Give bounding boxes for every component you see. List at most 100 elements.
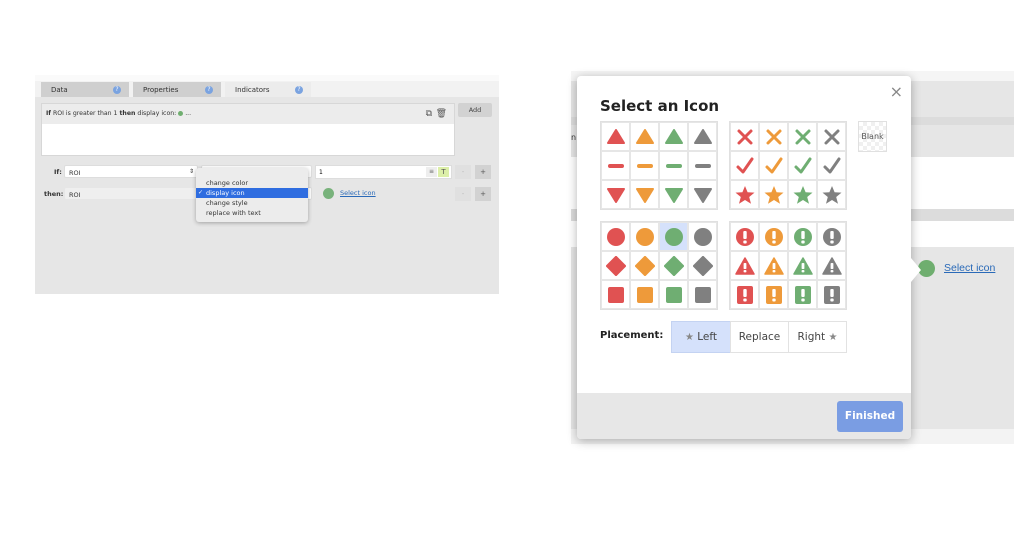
icon-option-exclamation-circle-green[interactable]: [788, 222, 817, 251]
icon-option-triangle-down-gray[interactable]: [688, 180, 717, 209]
icon-option-check-orange[interactable]: [759, 151, 788, 180]
diamond-gray-icon: [692, 255, 713, 276]
icon-option-triangle-down-red[interactable]: [601, 180, 630, 209]
check-green-icon: [793, 156, 813, 176]
icon-option-star-green[interactable]: [788, 180, 817, 209]
select-icon-link[interactable]: Select icon: [340, 189, 376, 197]
icon-option-star-orange[interactable]: [759, 180, 788, 209]
icon-option-exclamation-square-orange[interactable]: [759, 280, 788, 309]
icon-option-triangle-up-red[interactable]: [601, 122, 630, 151]
circle-gray-icon: [693, 227, 713, 247]
icon-option-exclamation-square-red[interactable]: [730, 280, 759, 309]
icon-option-square-gray[interactable]: [688, 280, 717, 309]
x-mark-orange-icon: [764, 127, 784, 147]
close-icon[interactable]: ×: [890, 82, 903, 101]
blank-icon-option[interactable]: Blank: [858, 121, 887, 152]
icon-option-warning-triangle-gray[interactable]: [817, 251, 846, 280]
add-action-button[interactable]: +: [475, 187, 491, 201]
tab-label: Indicators: [235, 86, 270, 94]
placement-right-button[interactable]: Right ★: [788, 321, 847, 353]
remove-action-button[interactable]: -: [455, 187, 471, 201]
icon-option-dash-green[interactable]: [659, 151, 688, 180]
dropdown-option-replace-with-text[interactable]: replace with text: [196, 208, 308, 218]
popover-pointer: [911, 258, 921, 282]
icon-option-diamond-red[interactable]: [601, 251, 630, 280]
dialog-title: Select an Icon: [600, 97, 720, 115]
add-button[interactable]: Add: [458, 103, 492, 117]
help-icon[interactable]: ?: [295, 86, 303, 94]
icon-option-square-red[interactable]: [601, 280, 630, 309]
text-mode-toggle[interactable]: T: [438, 167, 449, 177]
then-field-select[interactable]: ROI: [64, 187, 198, 200]
icon-option-x-mark-red[interactable]: [730, 122, 759, 151]
tab-indicators[interactable]: Indicators ?: [225, 82, 311, 98]
duplicate-icon[interactable]: ⧉: [426, 109, 432, 119]
icon-option-star-red[interactable]: [730, 180, 759, 209]
trash-icon[interactable]: 🗑: [436, 109, 447, 119]
dropdown-option-change-style[interactable]: change style: [196, 198, 308, 208]
icon-option-triangle-down-orange[interactable]: [630, 180, 659, 209]
icon-option-circle-green[interactable]: [659, 222, 688, 251]
rule-condition-text: ROI is greater than 1: [51, 110, 120, 117]
select-icon-dialog: × Select an Icon Blank Placement: ★ Left…: [577, 76, 921, 439]
icon-option-exclamation-circle-red[interactable]: [730, 222, 759, 251]
icon-option-dash-red[interactable]: [601, 151, 630, 180]
icon-option-dash-orange[interactable]: [630, 151, 659, 180]
add-condition-button[interactable]: +: [475, 165, 491, 179]
icon-option-x-mark-orange[interactable]: [759, 122, 788, 151]
icon-option-warning-triangle-green[interactable]: [788, 251, 817, 280]
icon-option-exclamation-square-green[interactable]: [788, 280, 817, 309]
if-field-select[interactable]: ROI ⇕: [64, 165, 198, 178]
bg-partial-text: n: [571, 133, 577, 142]
icon-option-x-mark-gray[interactable]: [817, 122, 846, 151]
tab-data[interactable]: Data ?: [41, 82, 129, 98]
condition-value-input[interactable]: 1 ≡ T: [315, 165, 452, 179]
rule-item[interactable]: If ROI is greater than 1 then display ic…: [41, 103, 455, 156]
triangle-up-orange-icon: [635, 127, 655, 147]
help-icon[interactable]: ?: [113, 86, 121, 94]
remove-condition-button[interactable]: -: [455, 165, 471, 179]
star-gray-icon: [822, 185, 842, 205]
star-icon: ★: [684, 332, 694, 343]
icon-option-star-gray[interactable]: [817, 180, 846, 209]
icon-option-check-red[interactable]: [730, 151, 759, 180]
icon-option-triangle-up-gray[interactable]: [688, 122, 717, 151]
icon-option-diamond-orange[interactable]: [630, 251, 659, 280]
tab-properties[interactable]: Properties ?: [133, 82, 221, 98]
icon-option-warning-triangle-orange[interactable]: [759, 251, 788, 280]
icon-option-circle-red[interactable]: [601, 222, 630, 251]
dropdown-option-change-color[interactable]: change color: [196, 178, 308, 188]
icon-option-dash-gray[interactable]: [688, 151, 717, 180]
icon-option-square-green[interactable]: [659, 280, 688, 309]
icon-option-check-gray[interactable]: [817, 151, 846, 180]
icon-option-circle-orange[interactable]: [630, 222, 659, 251]
indicators-panel: Data ? Properties ? Indicators ? If ROI …: [35, 75, 499, 294]
square-orange-icon: [635, 285, 655, 305]
icon-option-circle-gray[interactable]: [688, 222, 717, 251]
icon-option-check-green[interactable]: [788, 151, 817, 180]
finished-button[interactable]: Finished: [837, 401, 903, 432]
icon-option-exclamation-square-gray[interactable]: [817, 280, 846, 309]
triangle-up-red-icon: [606, 127, 626, 147]
help-icon[interactable]: ?: [205, 86, 213, 94]
icon-option-triangle-down-green[interactable]: [659, 180, 688, 209]
icon-option-triangle-up-orange[interactable]: [630, 122, 659, 151]
list-format-icon[interactable]: ≡: [426, 167, 437, 177]
icon-option-exclamation-circle-orange[interactable]: [759, 222, 788, 251]
green-circle-icon: [178, 110, 184, 116]
icon-option-warning-triangle-red[interactable]: [730, 251, 759, 280]
icon-option-diamond-gray[interactable]: [688, 251, 717, 280]
warning-triangle-gray-icon: [821, 256, 842, 276]
icon-option-x-mark-green[interactable]: [788, 122, 817, 151]
bg-select-icon-link[interactable]: Select icon: [944, 262, 995, 274]
placement-replace-button[interactable]: Replace: [730, 321, 789, 353]
icon-option-diamond-green[interactable]: [659, 251, 688, 280]
dropdown-option-display-icon[interactable]: display icon: [196, 188, 308, 198]
icon-option-triangle-up-green[interactable]: [659, 122, 688, 151]
select-arrows-icon: ⇕: [188, 168, 194, 175]
icon-option-exclamation-circle-gray[interactable]: [817, 222, 846, 251]
circle-green-icon: [664, 227, 684, 247]
condition-value: 1: [319, 169, 323, 176]
placement-left-button[interactable]: ★ Left: [671, 321, 731, 353]
icon-option-square-orange[interactable]: [630, 280, 659, 309]
